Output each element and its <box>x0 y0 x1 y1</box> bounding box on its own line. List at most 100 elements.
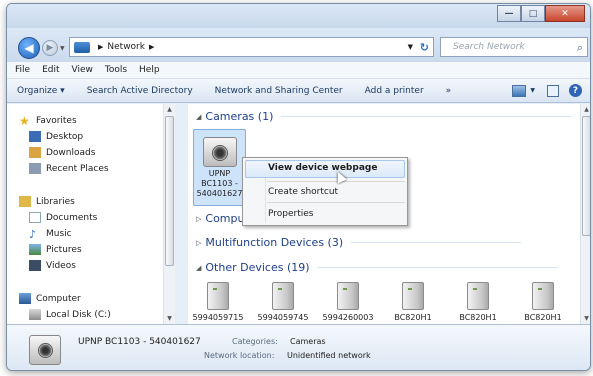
device-item[interactable]: BC820H1 <box>449 282 507 322</box>
nav-videos-label: Videos <box>46 260 76 271</box>
nav-desktop[interactable]: Desktop <box>29 131 83 142</box>
menu-file[interactable]: File <box>15 65 30 75</box>
camera-name-line1: UPNP <box>208 169 231 178</box>
music-icon: ♪ <box>29 228 37 241</box>
collapse-icon[interactable]: ◢ <box>196 264 201 272</box>
device-label: BC820H1 <box>524 313 562 322</box>
nav-videos[interactable]: Videos <box>29 260 76 271</box>
nav-documents[interactable]: Documents <box>29 212 97 223</box>
device-item[interactable]: 5994059715 <box>189 282 247 322</box>
search-placeholder: Search Network <box>453 42 525 52</box>
navigation-pane: ★ Favorites Desktop Downloads Recent Plac… <box>7 104 175 324</box>
expand-icon[interactable]: ▷ <box>196 239 201 247</box>
properties-item[interactable]: Properties <box>268 209 313 219</box>
search-active-directory-button[interactable]: Search Active Directory <box>87 86 193 96</box>
camera-device-item[interactable]: UPNP BC1103 - 540401627 <box>193 129 246 206</box>
details-categories-value: Cameras <box>290 337 326 346</box>
scroll-up-icon[interactable]: ▲ <box>164 106 175 113</box>
refresh-icon[interactable]: ↻ <box>420 41 429 54</box>
address-row: ◀ ▶ ▼ ▶ Network ▶ ▼ ↻ Search Network ⌕ <box>7 28 590 62</box>
nav-pictures-label: Pictures <box>46 244 82 255</box>
menu-separator <box>267 202 405 203</box>
device-label: 5994059745 <box>257 313 309 322</box>
content-scroll-thumb[interactable] <box>582 116 590 236</box>
device-tower-icon <box>207 282 229 310</box>
desktop-icon <box>29 131 41 142</box>
search-input[interactable]: Search Network ⌕ <box>440 37 588 57</box>
nav-music[interactable]: ♪ Music <box>29 228 72 241</box>
maximize-button[interactable]: □ <box>521 5 545 22</box>
content-scrollbar[interactable]: ▲ ▼ <box>580 104 590 324</box>
nav-scroll-thumb[interactable] <box>165 116 174 266</box>
title-bar[interactable]: — □ ✕ <box>7 4 590 28</box>
create-shortcut-item[interactable]: Create shortcut <box>268 187 338 197</box>
menu-tools[interactable]: Tools <box>105 65 127 75</box>
details-location-value: Unidentified network <box>287 351 371 360</box>
close-button[interactable]: ✕ <box>545 5 585 22</box>
nav-local-disk[interactable]: Local Disk (C:) <box>29 309 111 320</box>
device-tower-icon <box>467 282 489 310</box>
breadcrumb-network[interactable]: Network <box>107 42 145 52</box>
group-divider <box>317 267 558 268</box>
details-location-label: Network location: <box>204 351 275 360</box>
device-item[interactable]: 5994260003 <box>319 282 377 322</box>
device-item[interactable]: BC820H1 <box>384 282 442 322</box>
device-item[interactable]: 5994059745 <box>254 282 312 322</box>
scroll-down-icon[interactable]: ▼ <box>581 315 590 322</box>
group-multifunction-label: Multifunction Devices (3) <box>205 236 344 249</box>
menu-bar: File Edit View Tools Help <box>7 62 590 79</box>
group-divider <box>351 242 522 243</box>
recent-pages-dropdown[interactable]: ▼ <box>60 45 65 52</box>
details-categories-label: Categories: <box>232 337 278 346</box>
nav-desktop-label: Desktop <box>46 131 84 142</box>
nav-localdisk-label: Local Disk (C:) <box>46 309 111 320</box>
nav-pictures[interactable]: Pictures <box>29 244 82 255</box>
menu-edit[interactable]: Edit <box>42 65 59 75</box>
search-icon[interactable]: ⌕ <box>577 41 583 55</box>
scroll-down-icon[interactable]: ▼ <box>164 315 175 322</box>
organize-button[interactable]: Organize ▾ <box>17 86 65 96</box>
nav-favorites[interactable]: ★ Favorites <box>19 114 77 128</box>
address-dropdown-icon[interactable]: ▼ <box>408 43 413 51</box>
device-item[interactable]: BC820H1 <box>514 282 572 322</box>
chevron-right-icon[interactable]: ▶ <box>98 43 103 51</box>
pictures-icon <box>29 244 41 255</box>
expand-icon[interactable]: ▷ <box>196 215 201 223</box>
nav-libraries[interactable]: Libraries <box>19 196 75 207</box>
view-dropdown-icon[interactable]: ▼ <box>530 87 535 94</box>
change-view-icon[interactable] <box>512 84 527 97</box>
view-device-webpage-item[interactable]: View device webpage <box>268 163 377 173</box>
group-cameras-label: Cameras (1) <box>205 110 274 123</box>
preview-pane-icon[interactable] <box>547 84 559 97</box>
group-cameras[interactable]: ◢ Cameras (1) <box>196 110 572 123</box>
collapse-icon[interactable]: ◢ <box>196 113 201 121</box>
forward-button[interactable]: ▶ <box>42 40 58 56</box>
nav-computer-label: Computer <box>36 293 81 304</box>
more-commands-button[interactable]: » <box>446 86 452 96</box>
nav-computer[interactable]: Computer <box>19 293 81 304</box>
nav-downloads[interactable]: Downloads <box>29 147 95 158</box>
menu-view[interactable]: View <box>72 65 93 75</box>
help-icon[interactable]: ? <box>569 84 582 97</box>
window-controls: — □ ✕ <box>497 5 585 22</box>
group-other-devices[interactable]: ◢ Other Devices (19) <box>196 261 558 274</box>
group-multifunction[interactable]: ▷ Multifunction Devices (3) <box>196 236 522 249</box>
nav-scrollbar[interactable]: ▲ ▼ <box>163 104 175 324</box>
minimize-button[interactable]: — <box>497 5 521 22</box>
camera-icon <box>29 335 61 365</box>
address-bar[interactable]: ▶ Network ▶ ▼ ↻ <box>69 37 434 57</box>
view-controls: ▼ ? <box>512 84 582 97</box>
network-icon <box>74 41 90 53</box>
add-printer-button[interactable]: Add a printer <box>365 86 424 96</box>
scroll-up-icon[interactable]: ▲ <box>581 106 590 113</box>
network-sharing-center-button[interactable]: Network and Sharing Center <box>215 86 343 96</box>
device-label: 5994059715 <box>192 313 244 322</box>
device-label: BC820H1 <box>394 313 432 322</box>
back-button[interactable]: ◀ <box>18 37 40 59</box>
details-device-name: UPNP BC1103 - 540401627 <box>78 337 201 347</box>
menu-help[interactable]: Help <box>139 65 160 75</box>
chevron-right-icon[interactable]: ▶ <box>149 43 154 51</box>
context-menu: View device webpage Create shortcut Prop… <box>242 157 408 226</box>
nav-recent-places[interactable]: Recent Places <box>29 163 109 174</box>
nav-favorites-label: Favorites <box>36 116 77 126</box>
